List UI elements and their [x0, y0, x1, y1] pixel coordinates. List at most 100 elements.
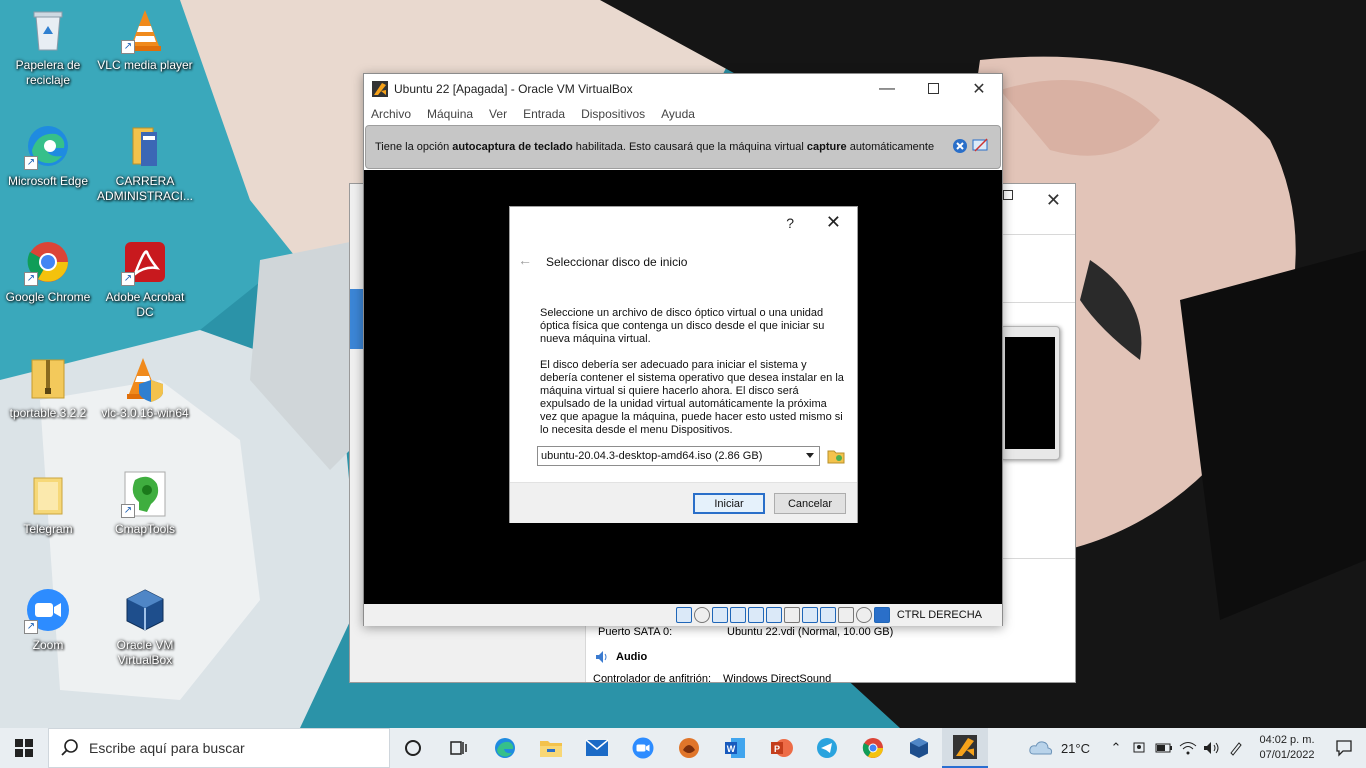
desktop-icon-edge[interactable]: ↗ Microsoft Edge — [0, 116, 96, 216]
wifi-button[interactable] — [1176, 728, 1200, 768]
shared-folders-icon[interactable] — [765, 607, 782, 623]
taskbar-search-box[interactable]: Escribe aquí para buscar — [48, 728, 390, 768]
pen-button[interactable] — [1224, 728, 1248, 768]
desktop-icon-tportable[interactable]: tportable.3.2.2 — [0, 348, 96, 448]
vlc-icon: ↗ — [121, 6, 169, 54]
clock[interactable]: 04:02 p. m. 07/01/2022 — [1252, 733, 1322, 763]
desktop-icon-vlc[interactable]: ↗ VLC media player — [97, 0, 193, 100]
menu-archivo[interactable]: Archivo — [371, 107, 411, 121]
dialog-title: Seleccionar disco de inicio — [546, 255, 688, 269]
desktop-icon-label: tportable.3.2.2 — [9, 406, 87, 420]
recycle-bin-icon — [24, 6, 72, 54]
clock-time: 04:02 p. m. — [1259, 734, 1315, 746]
taskbar-file-explorer[interactable] — [528, 728, 574, 768]
shortcut-arrow-icon: ↗ — [24, 156, 38, 170]
display-icon[interactable] — [783, 607, 800, 623]
mouse-integration-icon[interactable] — [855, 607, 872, 623]
shortcut-arrow-icon: ↗ — [24, 620, 38, 634]
desktop-icon-cmaptools[interactable]: ↗ CmapTools — [97, 464, 193, 564]
audio-host-driver-value: Windows DirectSound — [723, 673, 832, 685]
dialog-description: Seleccione un archivo de disco óptico vi… — [540, 307, 845, 450]
desktop-icon-recycle-bin[interactable]: Papelera de reciclaje — [0, 0, 96, 100]
choose-disk-file-icon[interactable] — [827, 447, 845, 465]
processor-icon[interactable] — [819, 607, 836, 623]
vm-preview — [1000, 326, 1060, 460]
storage-sata-value[interactable]: Ubuntu 22.vdi (Normal, 10.00 GB) — [727, 626, 893, 638]
maximize-icon[interactable] — [1003, 190, 1013, 200]
vm-menubar: Archivo Máquina Ver Entrada Dispositivos… — [364, 103, 1002, 125]
recording-icon[interactable] — [801, 607, 818, 623]
weather-widget[interactable]: 21°C — [1029, 739, 1090, 757]
storage-sata-label: Puerto SATA 0: — [598, 626, 673, 638]
audio-section-heading[interactable]: Audio — [594, 649, 647, 665]
desktop-icon-acrobat[interactable]: ↗ Adobe Acrobat DC — [97, 232, 193, 332]
taskbar-telegram[interactable] — [804, 728, 850, 768]
meet-now-icon — [1133, 742, 1145, 753]
menu-ver[interactable]: Ver — [489, 107, 507, 121]
system-tray: 21°C ⌃ 04:02 p. m. 07/01/2022 — [1029, 728, 1366, 768]
menu-ayuda[interactable]: Ayuda — [661, 107, 695, 121]
battery-button[interactable] — [1152, 728, 1176, 768]
start-button[interactable] — [0, 728, 48, 768]
close-notification-icon[interactable] — [952, 138, 968, 154]
taskbar-chrome[interactable] — [850, 728, 896, 768]
taskbar-mail[interactable] — [574, 728, 620, 768]
taskbar-edge[interactable] — [482, 728, 528, 768]
taskbar-virtualbox-manager[interactable] — [896, 728, 942, 768]
taskbar-app-pinned[interactable] — [666, 728, 712, 768]
edge-icon — [495, 738, 515, 758]
network-icon[interactable] — [729, 607, 746, 623]
dialog-paragraph-1: Seleccione un archivo de disco óptico vi… — [540, 307, 825, 345]
desktop-icon-chrome[interactable]: ↗ Google Chrome — [0, 232, 96, 332]
taskbar-zoom[interactable] — [620, 728, 666, 768]
wifi-icon — [1179, 742, 1197, 755]
menu-maquina[interactable]: Máquina — [427, 107, 473, 121]
search-placeholder: Escribe aquí para buscar — [89, 740, 245, 756]
cancel-button[interactable]: Cancelar — [774, 493, 846, 514]
menu-entrada[interactable]: Entrada — [523, 107, 565, 121]
back-arrow-icon[interactable]: ← — [518, 252, 532, 268]
volume-button[interactable] — [1200, 728, 1224, 768]
task-view-button[interactable] — [436, 728, 482, 768]
shortcut-arrow-icon: ↗ — [121, 504, 135, 518]
telegram-icon — [817, 738, 837, 758]
taskbar-word[interactable]: W — [712, 728, 758, 768]
do-not-show-again-icon[interactable] — [972, 138, 990, 154]
desktop-icon-vlc-installer[interactable]: vlc-3.0.16-win64 — [97, 348, 193, 448]
show-hidden-icons-button[interactable]: ⌃ — [1104, 728, 1128, 768]
tray-app-button[interactable] — [1128, 728, 1152, 768]
keyboard-capture-icon[interactable] — [873, 607, 890, 623]
notifications-button[interactable] — [1322, 728, 1366, 768]
minimize-button[interactable]: ― — [864, 74, 910, 103]
close-button[interactable]: ✕ — [956, 74, 1002, 103]
mail-icon — [585, 739, 609, 756]
desktop-icon-carrera[interactable]: CARRERA ADMINISTRACI... — [97, 116, 193, 216]
vt-x-icon[interactable] — [837, 607, 854, 623]
maximize-button[interactable] — [910, 74, 956, 103]
startup-disk-select[interactable]: ubuntu-20.04.3-desktop-amd64.iso (2.86 G… — [537, 446, 820, 466]
vm-titlebar[interactable]: Ubuntu 22 [Apagada] - Oracle VM VirtualB… — [364, 74, 1002, 103]
audio-status-icon[interactable] — [711, 607, 728, 623]
file-explorer-icon — [540, 741, 562, 757]
chrome-icon — [862, 738, 883, 758]
select-startup-disk-dialog[interactable]: ? ✕ ← Seleccionar disco de inicio Selecc… — [509, 206, 858, 523]
hard-disk-icon[interactable] — [675, 607, 692, 623]
start-button[interactable]: Iniciar — [693, 493, 765, 514]
taskbar-virtualbox-vm[interactable] — [942, 728, 988, 768]
notification-icon — [1336, 740, 1352, 757]
usb-icon[interactable] — [747, 607, 764, 623]
desktop-icon-virtualbox[interactable]: Oracle VM VirtualBox — [97, 580, 193, 680]
optical-drive-icon[interactable] — [693, 607, 710, 623]
desktop-icon-zoom[interactable]: ↗ Zoom — [0, 580, 96, 680]
help-button[interactable]: ? — [786, 215, 794, 231]
menu-dispositivos[interactable]: Dispositivos — [581, 107, 645, 121]
acrobat-icon: ↗ — [121, 238, 169, 286]
taskbar-powerpoint[interactable]: P — [758, 728, 804, 768]
notify-text-3: automáticamente — [846, 141, 935, 153]
desktop-icon-label: CmapTools — [114, 522, 176, 536]
cortana-button[interactable] — [390, 728, 436, 768]
edge-icon: ↗ — [24, 122, 72, 170]
dialog-close-button[interactable]: ✕ — [826, 212, 841, 233]
close-icon[interactable]: ✕ — [1046, 190, 1061, 211]
desktop-icon-telegram[interactable]: Telegram — [0, 464, 96, 564]
